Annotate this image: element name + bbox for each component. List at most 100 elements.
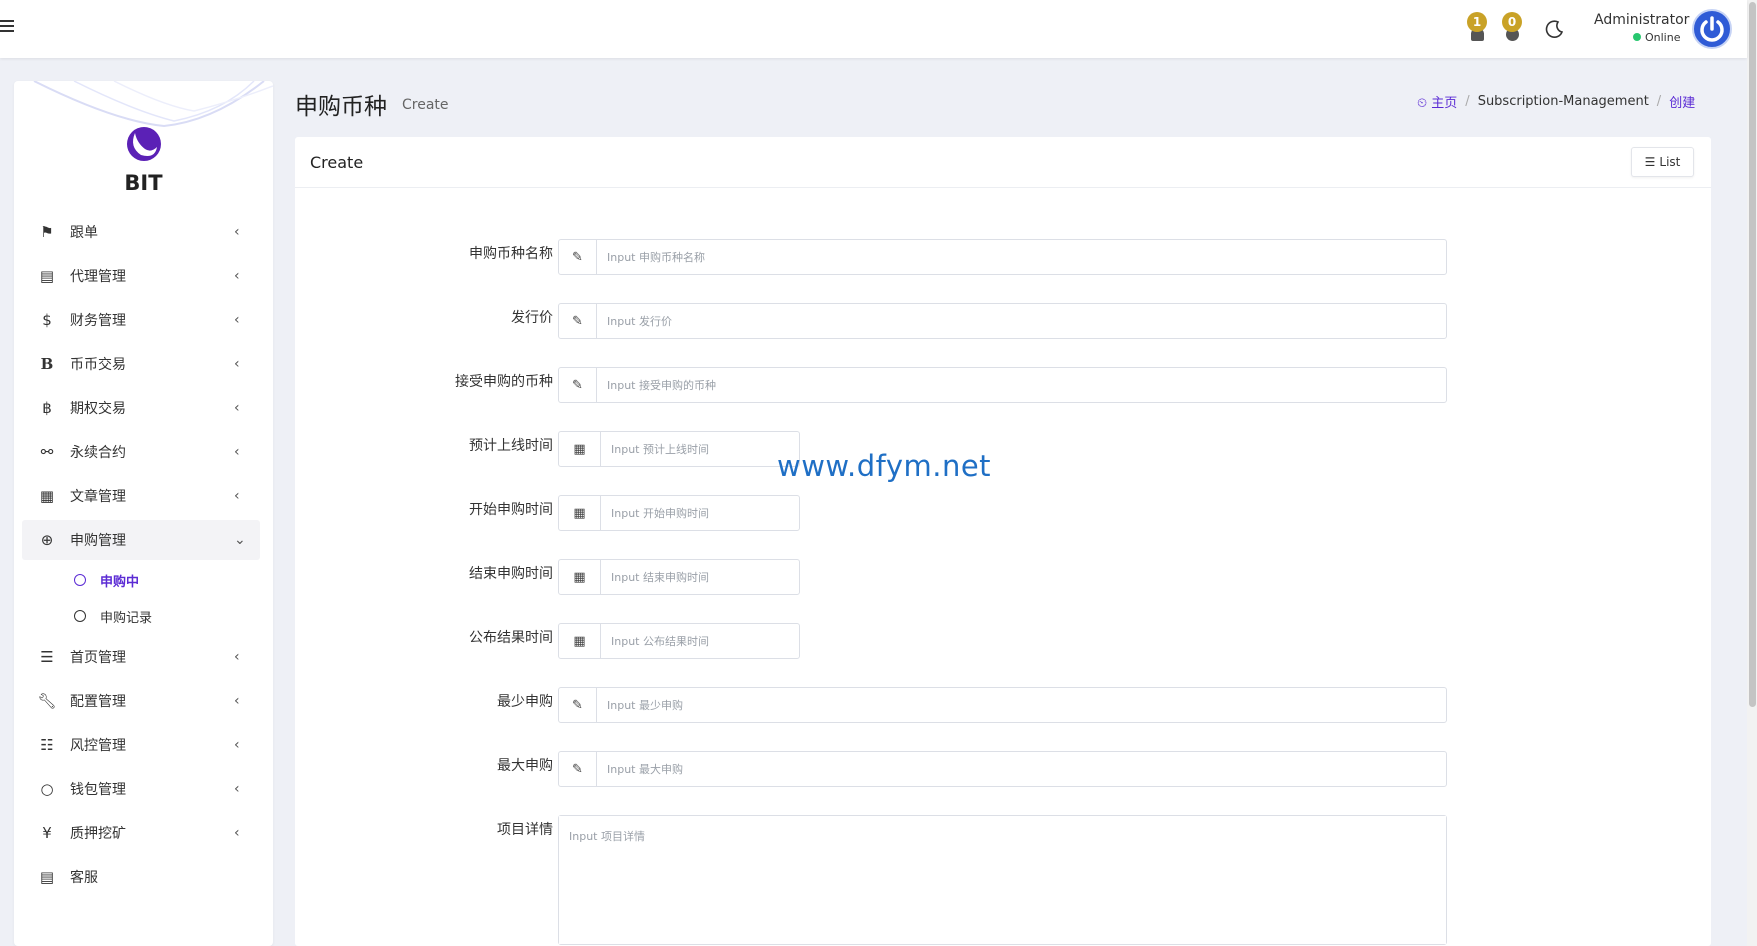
sidebar-item-agent-management[interactable]: ▤ 代理管理 ‹ (22, 256, 260, 296)
sidebar-item-config[interactable]: 🔧︎ 配置管理 ‹ (22, 681, 260, 721)
chevron-left-icon: ‹ (234, 312, 240, 328)
chevron-left-icon: ‹ (234, 737, 240, 753)
field-issue-price: 发行价 ✎ (295, 303, 1711, 339)
link-icon: ⚯ (40, 443, 54, 461)
sidebar-item-homepage[interactable]: ☰ 首页管理 ‹ (22, 637, 260, 677)
user-status-text: Online (1645, 31, 1681, 44)
coin-name-input[interactable] (597, 240, 1446, 274)
field-label: 最少申购 (497, 694, 553, 710)
card-title: Create (310, 153, 364, 172)
chevron-left-icon: ‹ (234, 356, 240, 372)
page-scrollbar-thumb[interactable] (1749, 2, 1756, 707)
max-subscription-input-group: ✎ (558, 751, 1447, 787)
calendar-icon: ▦ (559, 560, 601, 594)
list-button-label: List (1659, 155, 1681, 169)
sidebar: BIT ⚑ 跟单 ‹ ▤ 代理管理 ‹ $ 财务管理 ‹ B 币币交易 ‹ ฿ … (14, 81, 273, 946)
max-subscription-input[interactable] (597, 752, 1446, 786)
field-label: 接受申购的币种 (455, 374, 553, 390)
field-label: 申购币种名称 (469, 246, 553, 262)
sidebar-item-subscription[interactable]: ⊕ 申购管理 ⌄ (22, 520, 260, 560)
sidebar-item-copy-trading[interactable]: ⚑ 跟单 ‹ (22, 212, 260, 252)
start-time-input-group: ▦ (558, 495, 800, 531)
brand-name: BIT (124, 171, 163, 195)
sidebar-item-finance[interactable]: $ 财务管理 ‹ (22, 300, 260, 340)
pencil-icon: ✎ (559, 368, 597, 402)
start-time-input[interactable] (601, 496, 799, 530)
sidebar-item-label: 跟单 (70, 225, 98, 241)
chevron-left-icon: ‹ (234, 400, 240, 416)
hamburger-menu-icon[interactable] (0, 17, 16, 37)
sidebar-item-options[interactable]: ฿ 期权交易 ‹ (22, 388, 260, 428)
issue-price-input-group: ✎ (558, 303, 1447, 339)
yen-icon: ¥ (42, 824, 52, 842)
breadcrumb-home-label: 主页 (1431, 96, 1458, 111)
accepted-currency-input-group: ✎ (558, 367, 1447, 403)
accepted-currency-input[interactable] (597, 368, 1446, 402)
result-time-input[interactable] (601, 624, 799, 658)
list-icon: ☰ (1644, 155, 1656, 169)
chevron-down-icon: ⌄ (234, 532, 246, 548)
sidebar-item-wallet[interactable]: ○ 钱包管理 ‹ (22, 769, 260, 809)
user-name[interactable]: Administrator (1594, 12, 1689, 28)
field-label: 公布结果时间 (469, 630, 553, 646)
issue-price-input[interactable] (597, 304, 1446, 338)
pencil-icon: ✎ (559, 752, 597, 786)
min-subscription-input[interactable] (597, 688, 1446, 722)
sidebar-item-staking[interactable]: ¥ 质押挖矿 ‹ (22, 813, 260, 853)
message-icon[interactable]: 0 (1500, 12, 1524, 44)
field-label: 发行价 (511, 310, 553, 326)
page-subtitle: Create (402, 97, 449, 113)
watermark-text: www.dfym.net (777, 449, 992, 483)
avatar[interactable] (1692, 9, 1732, 49)
sidebar-item-spot-trading[interactable]: B 币币交易 ‹ (22, 344, 260, 384)
field-label: 预计上线时间 (469, 438, 553, 454)
sidebar-item-risk-control[interactable]: ☷ 风控管理 ‹ (22, 725, 260, 765)
breadcrumb-subscription-management[interactable]: Subscription-Management (1478, 94, 1649, 109)
sidebar-item-label: 首页管理 (70, 650, 126, 666)
notification-count-badge: 1 (1467, 12, 1487, 32)
sidebar-item-support[interactable]: ▤ 客服 (22, 857, 260, 897)
sidebar-item-label: 币币交易 (70, 357, 126, 373)
page-title: 申购币种 (295, 94, 387, 120)
field-end-time: 结束申购时间 ▦ (295, 559, 1711, 595)
brand-logo-icon (127, 127, 161, 161)
breadcrumb-separator: / (1465, 94, 1470, 109)
online-dot-icon (1633, 33, 1641, 41)
dark-mode-moon-icon[interactable] (1545, 19, 1565, 39)
field-accepted-currency: 接受申购的币种 ✎ (295, 367, 1711, 403)
notification-bell-icon[interactable]: 1 (1465, 12, 1489, 44)
message-count-badge: 0 (1502, 12, 1522, 32)
sidebar-item-label: 期权交易 (70, 401, 126, 417)
chevron-left-icon: ‹ (234, 488, 240, 504)
field-min-subscription: 最少申购 ✎ (295, 687, 1711, 723)
coin-name-input-group: ✎ (558, 239, 1447, 275)
sidebar-item-label: 客服 (70, 870, 98, 886)
breadcrumb-home[interactable]: ⏲ 主页 (1417, 92, 1457, 111)
breadcrumb-separator: / (1656, 94, 1662, 109)
field-label: 开始申购时间 (469, 502, 553, 518)
card-header: Create ☰ List (295, 137, 1711, 188)
end-time-input-group: ▦ (558, 559, 800, 595)
circle-icon: ○ (40, 780, 54, 798)
sidebar-item-label: 钱包管理 (70, 782, 126, 798)
chevron-left-icon: ‹ (234, 781, 240, 797)
sidebar-item-articles[interactable]: ▦ 文章管理 ‹ (22, 476, 260, 516)
listing-time-input-group: ▦ (558, 431, 800, 467)
min-subscription-input-group: ✎ (558, 687, 1447, 723)
sidebar-subitem-subscribing[interactable]: 申购中 (74, 568, 139, 592)
chevron-left-icon: ‹ (234, 268, 240, 284)
create-form-card: Create ☰ List 申购币种名称 ✎ 发行价 ✎ 接受申购的币种 ✎ 预… (295, 137, 1711, 946)
field-coin-name: 申购币种名称 ✎ (295, 239, 1711, 275)
power-icon (1700, 16, 1724, 42)
list-button[interactable]: ☰ List (1631, 147, 1694, 177)
list-indent-icon: ☷ (40, 736, 54, 754)
top-navbar: 1 0 Administrator Online (0, 0, 1747, 58)
sidebar-item-perpetual[interactable]: ⚯ 永续合约 ‹ (22, 432, 260, 472)
project-details-textarea[interactable] (559, 816, 1446, 944)
end-time-input[interactable] (601, 560, 799, 594)
sidebar-item-label: 财务管理 (70, 313, 126, 329)
sidebar-subitem-records[interactable]: 申购记录 (74, 604, 152, 628)
listing-time-input[interactable] (601, 432, 799, 466)
bold-b-icon: B (40, 355, 54, 373)
calendar-icon: ▦ (559, 624, 601, 658)
